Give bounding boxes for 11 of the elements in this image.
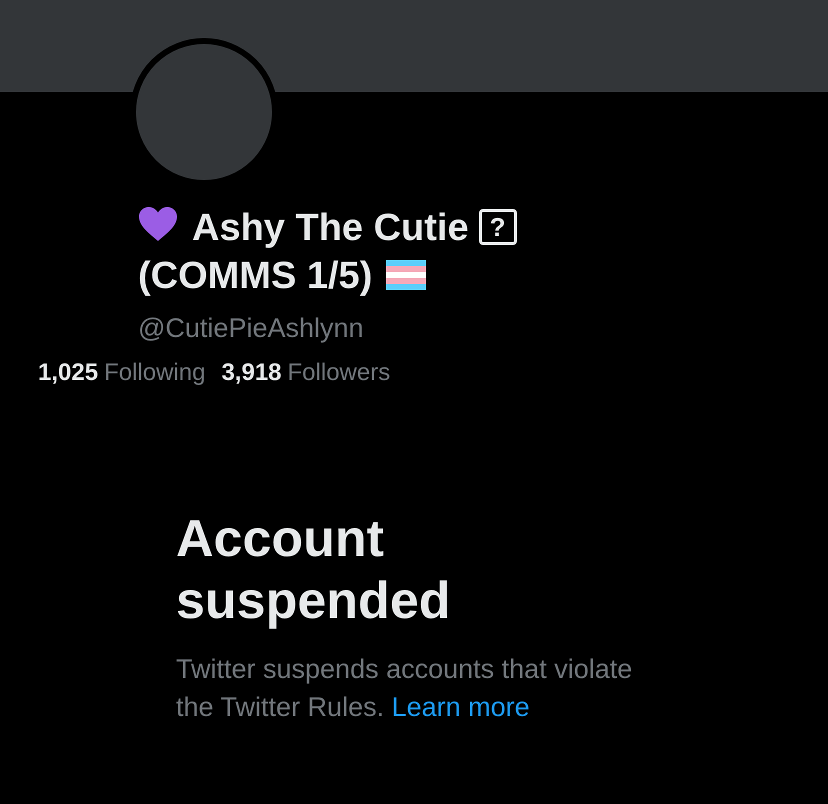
- user-handle: @CutiePieAshlynn: [138, 312, 365, 344]
- display-name-suffix: (COMMS 1/5): [138, 255, 372, 297]
- display-name: Ashy The Cutie: [192, 207, 469, 249]
- learn-more-link[interactable]: Learn more: [392, 692, 530, 722]
- follow-stat[interactable]: 1,025 Following: [38, 358, 206, 388]
- follow-stat[interactable]: 3,918 Followers: [221, 358, 390, 388]
- heart-icon: [138, 206, 178, 242]
- notice-text: Twitter suspends accounts that violate the Twitter Rules. Learn more: [176, 653, 634, 724]
- flag-icon: [386, 260, 426, 290]
- notice-title: Account suspended: [176, 509, 452, 632]
- missing-glyph: ?: [478, 209, 517, 245]
